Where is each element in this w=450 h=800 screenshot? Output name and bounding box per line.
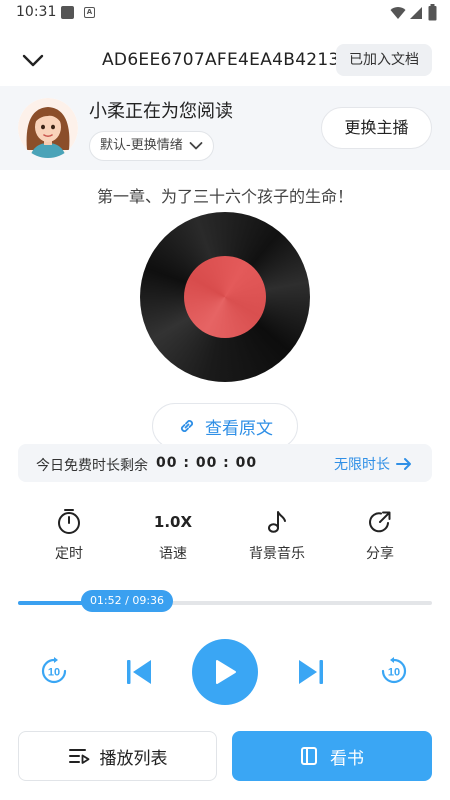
playback-progress-bar[interactable]: 01:52 / 09:36 [18,590,432,612]
narrator-avatar [18,98,78,158]
battery-icon [428,4,437,21]
narrator-panel: 小柔正在为您阅读 默认-更换情绪 更换主播 [0,86,450,170]
forward-10-button[interactable]: 10 [378,655,410,687]
next-chapter-button[interactable] [296,657,326,687]
read-book-button[interactable]: 看书 [232,731,432,781]
free-time-remaining: 00 : 00 : 00 [156,455,258,471]
book-icon [301,747,317,765]
wifi-icon [390,7,406,20]
record-label [184,256,266,338]
arrow-right-icon [396,458,411,470]
background-music-button[interactable]: 背景音乐 [232,505,322,563]
added-to-docs-button[interactable]: 已加入文档 [336,44,432,76]
play-icon [216,660,236,684]
progress-time-bubble[interactable]: 01:52 / 09:36 [81,590,173,612]
playlist-label: 播放列表 [99,748,168,769]
rewind-10-button[interactable]: 10 [38,655,70,687]
timer-label: 定时 [55,546,83,562]
play-button[interactable] [192,639,258,705]
playlist-button[interactable]: 播放列表 [18,731,217,781]
playlist-icon [68,749,89,764]
skip-next-icon [299,660,323,684]
app-notification-icon: A [84,7,95,18]
rewind-10-text: 10 [48,667,60,679]
status-bar: 10:31 A [0,0,450,26]
read-book-label: 看书 [330,748,364,769]
free-time-bar: 今日免费时长剩余 00 : 00 : 00 无限时长 [18,444,432,482]
vinyl-record-image [140,212,310,382]
emotion-label: 默认-更换情绪 [100,138,183,153]
skip-previous-icon [127,660,151,684]
rewind-10-icon: 10 [41,657,67,684]
change-emotion-dropdown[interactable]: 默认-更换情绪 [89,131,214,161]
speed-value: 1.0X [153,513,193,531]
view-original-button[interactable]: 查看原文 [152,403,298,449]
chapter-title: 第一章、为了三十六个孩子的生命！ [96,187,353,206]
chevron-down-icon [189,142,203,150]
share-icon [369,511,391,533]
speed-label: 语速 [159,546,187,562]
playback-controls: 10 10 [0,635,450,707]
view-original-label: 查看原文 [205,418,273,439]
bottom-actions: 播放列表 看书 [0,731,450,783]
speed-button[interactable]: 1.0X 语速 [128,505,218,563]
document-title: AD6EE6707AFE4EA4B4213 [102,50,340,70]
free-time-label: 今日免费时长剩余 [36,458,148,474]
link-icon [181,420,193,432]
music-note-icon [268,511,286,533]
previous-chapter-button[interactable] [124,657,154,687]
background-music-label: 背景音乐 [249,546,305,562]
top-bar: AD6EE6707AFE4EA4B4213 已加入文档 [0,38,450,82]
timer-button[interactable]: 定时 [24,505,114,563]
narrator-status-text: 小柔正在为您阅读 [89,101,233,122]
timer-icon [58,509,80,534]
forward-10-icon: 10 [381,657,407,684]
unlimited-time-label: 无限时长 [334,457,390,473]
forward-10-text: 10 [388,667,400,679]
tools-row: 定时 1.0X 语速 背景音乐 分享 [0,505,450,565]
unlimited-time-link[interactable]: 无限时长 [334,454,412,474]
switch-narrator-button[interactable]: 更换主播 [321,107,432,149]
signal-icon [410,7,422,19]
share-button[interactable]: 分享 [335,505,425,563]
share-label: 分享 [366,546,394,562]
collapse-chevron-icon[interactable] [20,48,46,72]
status-time: 10:31 [16,4,57,20]
notification-icon [61,6,74,19]
